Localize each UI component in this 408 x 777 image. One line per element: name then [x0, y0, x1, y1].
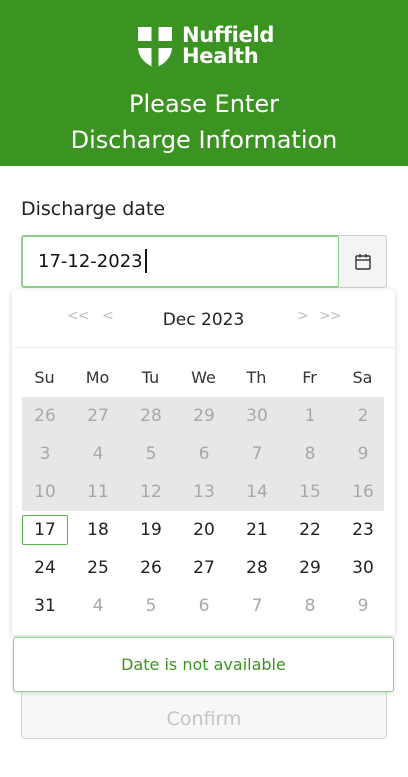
calendar-day[interactable]: 21: [234, 515, 280, 545]
date-unavailable-alert: Date is not available: [13, 637, 394, 692]
calendar-day[interactable]: 8: [287, 439, 333, 469]
calendar-day[interactable]: 1: [287, 401, 333, 431]
calendar-day[interactable]: 29: [181, 401, 227, 431]
calendar-day-selected[interactable]: 17: [22, 515, 68, 545]
weekday-label: Th: [246, 368, 267, 387]
calendar-day[interactable]: 26: [128, 553, 174, 583]
calendar-day[interactable]: 31: [22, 591, 68, 621]
discharge-date-label: Discharge date: [21, 198, 166, 220]
weekday-label: Sa: [352, 368, 373, 387]
page-title: Please Enter Discharge Information: [0, 86, 408, 158]
calendar-day[interactable]: 25: [75, 553, 121, 583]
calendar-day[interactable]: 28: [128, 401, 174, 431]
calendar-day[interactable]: 24: [22, 553, 68, 583]
calendar-day[interactable]: 6: [181, 439, 227, 469]
brand-line-1: Nuffield: [182, 23, 275, 47]
calendar-day[interactable]: 6: [181, 591, 227, 621]
datepicker-popup: << < Dec 2023 > >> Su Mo Tu We Th Fr Sa …: [12, 290, 395, 635]
text-caret: [145, 249, 147, 273]
calendar-day[interactable]: 23: [340, 515, 386, 545]
calendar-day[interactable]: 4: [75, 591, 121, 621]
weekday-label: Mo: [85, 368, 110, 387]
calendar-icon: [354, 253, 371, 270]
calendar-day[interactable]: 27: [181, 553, 227, 583]
calendar-day[interactable]: 15: [287, 477, 333, 507]
calendar-day[interactable]: 29: [287, 553, 333, 583]
shield-cross-icon: [138, 27, 172, 68]
nuffield-health-logo: Nuffield Health: [136, 24, 276, 70]
calendar-day[interactable]: 22: [287, 515, 333, 545]
weekday-label: Su: [34, 368, 55, 387]
discharge-date-input[interactable]: [21, 235, 340, 288]
calendar-day[interactable]: 4: [75, 439, 121, 469]
calendar-day[interactable]: 12: [128, 477, 174, 507]
next-year-button[interactable]: >>: [319, 308, 341, 324]
next-month-button[interactable]: >: [297, 308, 309, 324]
calendar-day[interactable]: 7: [234, 439, 280, 469]
page-title-line-1: Please Enter: [129, 90, 279, 118]
calendar-day[interactable]: 16: [340, 477, 386, 507]
calendar-day[interactable]: 19: [128, 515, 174, 545]
calendar-day[interactable]: 14: [234, 477, 280, 507]
calendar-day[interactable]: 20: [181, 515, 227, 545]
calendar-day[interactable]: 18: [75, 515, 121, 545]
calendar-day[interactable]: 3: [22, 439, 68, 469]
datepicker-header: << < Dec 2023 > >>: [12, 290, 395, 348]
weekday-label: Fr: [302, 368, 317, 387]
calendar-day[interactable]: 26: [22, 401, 68, 431]
calendar-day[interactable]: 8: [287, 591, 333, 621]
calendar-day[interactable]: 10: [22, 477, 68, 507]
calendar-day[interactable]: 30: [234, 401, 280, 431]
weekday-label: Tu: [141, 368, 160, 387]
calendar-button[interactable]: [339, 235, 387, 288]
calendar-day[interactable]: 5: [128, 591, 174, 621]
calendar-day[interactable]: 9: [340, 591, 386, 621]
calendar-day[interactable]: 7: [234, 591, 280, 621]
calendar-day[interactable]: 13: [181, 477, 227, 507]
calendar-day[interactable]: 30: [340, 553, 386, 583]
brand-name: Nuffield Health: [182, 25, 274, 67]
brand-line-2: Health: [182, 44, 259, 68]
calendar-day[interactable]: 11: [75, 477, 121, 507]
calendar-day[interactable]: 27: [75, 401, 121, 431]
calendar-day[interactable]: 28: [234, 553, 280, 583]
app-header: Nuffield Health Please Enter Discharge I…: [0, 0, 408, 166]
weekday-label: We: [191, 368, 216, 387]
page-title-line-2: Discharge Information: [70, 126, 338, 154]
calendar-day[interactable]: 9: [340, 439, 386, 469]
calendar-day[interactable]: 5: [128, 439, 174, 469]
calendar-day[interactable]: 2: [340, 401, 386, 431]
